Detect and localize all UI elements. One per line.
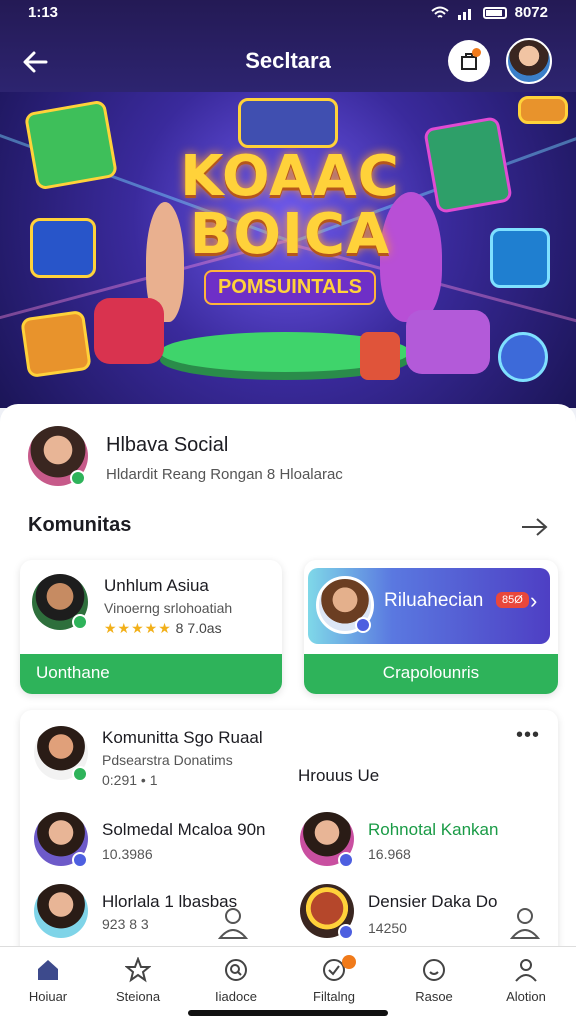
top-bar: 1:13 8072 Secltara bbox=[0, 0, 576, 92]
notification-dot bbox=[472, 48, 481, 57]
member-avatar bbox=[32, 574, 88, 630]
nav-label: Hoiuar bbox=[28, 989, 68, 1004]
notification-dot bbox=[342, 955, 356, 969]
wifi-icon bbox=[430, 6, 449, 18]
game-tile bbox=[23, 99, 119, 191]
battery-icon bbox=[482, 6, 507, 19]
nav-label: Filtalng bbox=[313, 989, 355, 1004]
verified-badge bbox=[338, 924, 354, 940]
notification-button[interactable] bbox=[448, 40, 490, 82]
list-item-meta: 14250 bbox=[368, 920, 407, 936]
nav-profile[interactable]: Alotion bbox=[486, 957, 566, 1004]
game-tile bbox=[423, 116, 513, 214]
user-icon bbox=[515, 959, 537, 982]
promo-label: Riluahecian bbox=[384, 590, 484, 611]
nav-label: Steiona bbox=[115, 989, 161, 1004]
nav-search[interactable]: Iiadoce bbox=[196, 957, 276, 1004]
verified-badge bbox=[72, 766, 88, 782]
status-icons: 8072 bbox=[430, 4, 548, 21]
rating-stars: ★★★★★ bbox=[104, 620, 172, 636]
list-avatar bbox=[34, 884, 88, 938]
banner-title-line1: KOAAC bbox=[180, 144, 400, 209]
home-icon bbox=[38, 960, 58, 980]
home-indicator bbox=[188, 1010, 388, 1016]
content-sheet: Hlbava Social Hldardit Reang Rongan 8 Hl… bbox=[0, 404, 576, 970]
battery-level: 8072 bbox=[514, 4, 548, 21]
person-icon[interactable] bbox=[218, 906, 248, 940]
list-header-meta: 0:291 • 1 bbox=[102, 772, 158, 788]
nav-home[interactable]: Hoiuar bbox=[8, 957, 88, 1004]
list-item-name[interactable]: Densier Daka Do bbox=[368, 892, 497, 912]
nav-explore[interactable]: Rasoe bbox=[394, 957, 474, 1004]
list-avatar bbox=[300, 884, 354, 940]
nav-label: Rasoe bbox=[415, 989, 453, 1004]
list-item-name[interactable]: Solmedal Mcaloa 90n bbox=[102, 820, 265, 840]
list-avatar bbox=[34, 812, 88, 868]
game-tile bbox=[30, 218, 96, 278]
community-list: ••• Komunitta Sgo Ruaal Pdsearstra Donat… bbox=[20, 710, 558, 970]
section-title: Komunitas bbox=[28, 514, 132, 536]
smile-icon bbox=[423, 959, 445, 981]
card-subtitle: Vinoerng srlohoatiah bbox=[104, 600, 233, 616]
see-all-arrow-icon[interactable] bbox=[520, 516, 548, 538]
status-bar: 1:13 8072 bbox=[0, 0, 576, 26]
status-time: 1:13 bbox=[28, 4, 59, 21]
list-header-name: Komunitta Sgo Ruaal bbox=[102, 728, 263, 747]
star-icon bbox=[125, 957, 151, 983]
game-tile bbox=[490, 228, 550, 288]
list-item-meta: 16.968 bbox=[368, 846, 411, 862]
banner-title-line3: POMSUINTALS bbox=[203, 270, 377, 305]
rating-value: 8 7.0as bbox=[175, 620, 222, 636]
verified-badge bbox=[338, 852, 354, 868]
game-tile bbox=[20, 309, 92, 379]
screen-tile bbox=[238, 98, 338, 148]
verified-badge bbox=[72, 852, 88, 868]
card-b-button[interactable]: Crapolounris bbox=[304, 654, 558, 694]
chevron-right-icon: › bbox=[530, 588, 538, 613]
game-tile bbox=[498, 332, 548, 382]
nav-stations[interactable]: Steiona bbox=[98, 957, 178, 1004]
profile-subtitle: Hldardit Reang Rongan 8 Hloalarac bbox=[106, 466, 343, 483]
list-item-name[interactable]: Rohnotal Kankan bbox=[368, 820, 498, 840]
card-name: Unhlum Asiua bbox=[104, 576, 209, 595]
card-a-button[interactable]: Uonthane bbox=[20, 654, 282, 694]
card-rating: ★★★★★ 8 7.0as bbox=[104, 620, 222, 637]
signal-icon bbox=[457, 8, 471, 20]
list-avatar bbox=[34, 726, 88, 782]
nav-label: Alotion bbox=[506, 989, 546, 1004]
app-bar: Secltara bbox=[0, 34, 576, 90]
hero-banner[interactable]: KOAAC BOICA POMSUINTALS bbox=[0, 92, 576, 408]
armchair bbox=[406, 310, 490, 374]
verified-badge bbox=[355, 617, 371, 633]
list-side-label: Hrouus Ue bbox=[298, 766, 380, 785]
banner-title-line2: BOICA bbox=[189, 202, 391, 267]
profile-name: Hlbava Social bbox=[106, 434, 229, 456]
community-card[interactable]: Unhlum Asiua Vinoerng srlohoatiah ★★★★★ … bbox=[20, 560, 282, 694]
list-header-subtitle: Pdsearstra Donatims bbox=[102, 752, 233, 768]
user-avatar[interactable] bbox=[506, 38, 552, 84]
verified-badge bbox=[72, 614, 88, 630]
banner-logo: KOAAC BOICA POMSUINTALS bbox=[180, 148, 400, 305]
search-icon bbox=[225, 959, 247, 981]
nav-feed[interactable]: Filtalng bbox=[294, 955, 374, 1004]
member-avatar bbox=[316, 576, 374, 634]
cup-prop bbox=[360, 332, 400, 380]
armchair bbox=[94, 298, 164, 364]
promo-pill: 85Ø bbox=[496, 592, 529, 608]
list-item-meta: 923 8 3 bbox=[102, 916, 149, 932]
person-icon[interactable] bbox=[510, 906, 540, 940]
list-avatar bbox=[300, 812, 354, 868]
profile-avatar[interactable] bbox=[28, 426, 88, 486]
verified-badge bbox=[70, 470, 86, 486]
more-options-icon[interactable]: ••• bbox=[516, 724, 540, 747]
list-item-meta: 10.3986 bbox=[102, 846, 153, 862]
nav-label: Iiadoce bbox=[215, 989, 257, 1004]
game-tile bbox=[518, 96, 568, 124]
community-card[interactable]: Riluahecian 85Ø › Crapolounris bbox=[304, 560, 558, 694]
list-item-name[interactable]: Hlorlala 1 lbasbas bbox=[102, 892, 237, 912]
